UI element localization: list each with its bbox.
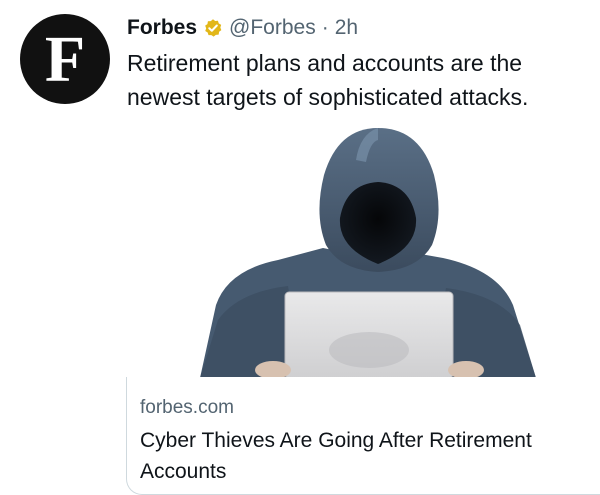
card-title[interactable]: Cyber Thieves Are Going After Retirement… — [140, 425, 560, 487]
separator-dot: · — [321, 16, 329, 39]
link-card[interactable]: forbes.com Cyber Thieves Are Going After… — [126, 377, 600, 495]
tweet-text: Retirement plans and accounts are the ne… — [127, 50, 529, 110]
tweet-header: Forbes @Forbes · 2h — [127, 14, 358, 42]
avatar-letter: F — [44, 23, 86, 96]
timestamp[interactable]: 2h — [335, 16, 358, 40]
author-handle[interactable]: @Forbes — [229, 16, 316, 40]
hooded-hacker-laptop-image[interactable] — [128, 120, 600, 378]
author-name[interactable]: Forbes — [127, 16, 197, 40]
tweet[interactable]: F Forbes @Forbes · 2h Retirement plans a… — [0, 0, 600, 495]
verified-badge-icon — [203, 18, 223, 38]
card-domain: forbes.com — [140, 397, 234, 418]
avatar[interactable]: F — [20, 14, 110, 104]
